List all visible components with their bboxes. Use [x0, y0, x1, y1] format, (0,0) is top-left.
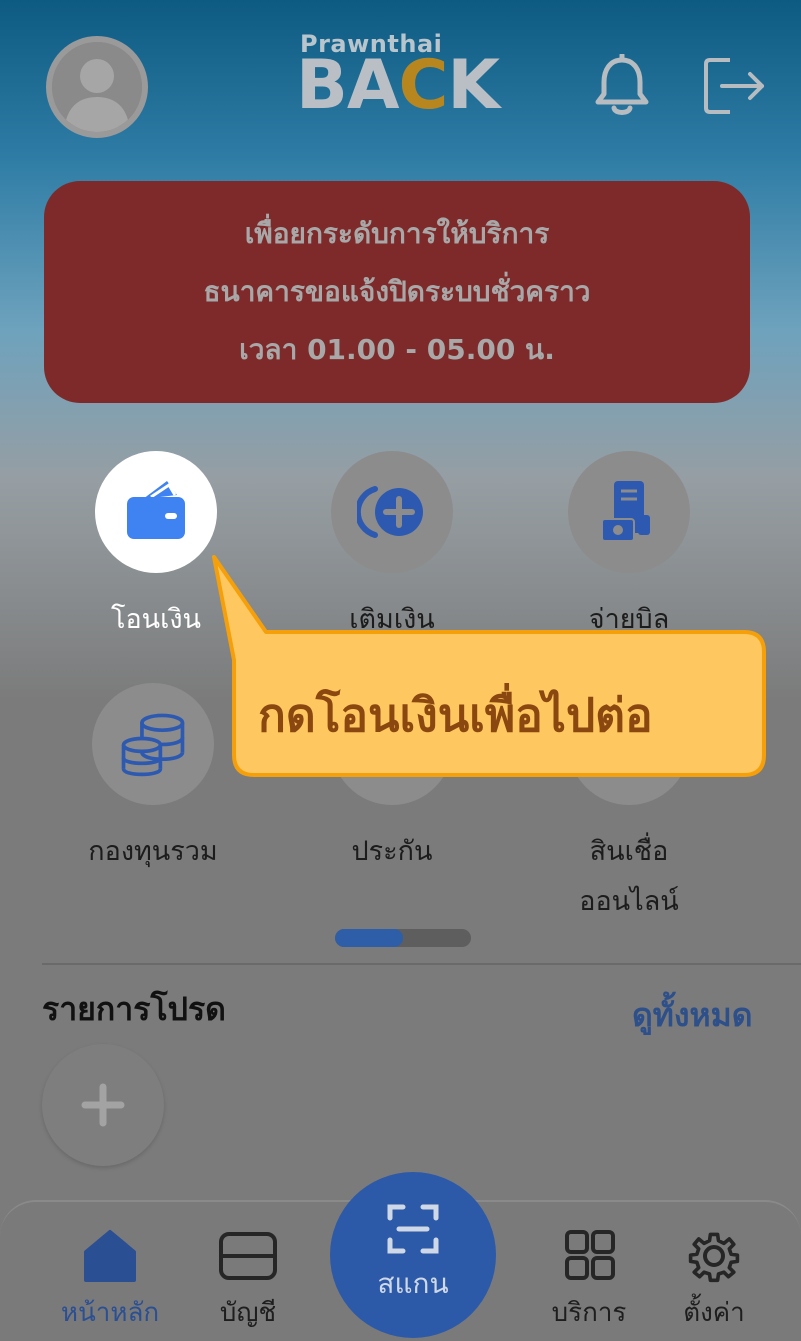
scan-label: สแกน	[377, 1267, 449, 1300]
nav-services[interactable]: บริการ	[519, 1228, 659, 1333]
logout-icon[interactable]	[702, 56, 766, 116]
maintenance-notice: เพื่อยกระดับการให้บริการ ธนาคารขอแจ้งปิด…	[44, 181, 750, 403]
plus-icon	[81, 1083, 125, 1127]
scan-button[interactable]: สแกน	[330, 1172, 496, 1338]
card-icon	[219, 1232, 277, 1280]
add-coin-icon	[357, 486, 423, 538]
grid-icon	[565, 1230, 615, 1280]
nav-home-label: หน้าหลัก	[60, 1298, 160, 1328]
transfer-circle[interactable]	[95, 451, 217, 573]
brand-logo: Prawnthai BACK	[296, 30, 516, 122]
gear-icon	[688, 1232, 740, 1283]
funds-circle[interactable]	[92, 683, 214, 805]
user-icon	[52, 42, 142, 132]
nav-account-label: บัญชี	[219, 1298, 277, 1328]
nav-settings[interactable]: ตั้งค่า	[644, 1228, 784, 1333]
notice-line-3: เวลา 01.00 - 05.00 น.	[239, 333, 555, 366]
nav-settings-label: ตั้งค่า	[683, 1298, 745, 1328]
nav-services-label: บริการ	[551, 1298, 627, 1328]
add-favorite-button[interactable]	[42, 1044, 164, 1166]
wallet-icon	[127, 481, 185, 539]
notice-line-2: ธนาคารขอแจ้งปิดระบบชั่วคราว	[203, 275, 591, 308]
bill-icon	[601, 481, 650, 542]
home-icon	[84, 1230, 136, 1282]
tooltip-bubble	[212, 555, 766, 777]
menu-loan-label: สินเชื่อ ออนไลน์	[579, 836, 679, 917]
favorites-title: รายการโปรด	[42, 990, 226, 1028]
tooltip-text: กดโอนเงินเพื่อไปต่อ	[258, 688, 653, 742]
avatar[interactable]	[46, 36, 148, 138]
scan-icon	[387, 1204, 439, 1254]
logo-big-text: BACK	[296, 46, 500, 125]
coins-stack-icon	[121, 713, 185, 777]
menu-insurance-label: ประกัน	[351, 836, 433, 867]
menu-funds-label: กองทุนรวม	[88, 836, 218, 867]
menu-page-indicator[interactable]	[335, 929, 471, 947]
page-indicator-active	[335, 929, 403, 947]
nav-account[interactable]: บัญชี	[178, 1228, 318, 1333]
see-all-link[interactable]: ดูทั้งหมด	[632, 990, 752, 1041]
notice-line-1: เพื่อยกระดับการให้บริการ	[244, 217, 550, 250]
nav-home[interactable]: หน้าหลัก	[40, 1228, 180, 1333]
divider	[42, 963, 801, 965]
bell-icon[interactable]	[592, 54, 652, 118]
